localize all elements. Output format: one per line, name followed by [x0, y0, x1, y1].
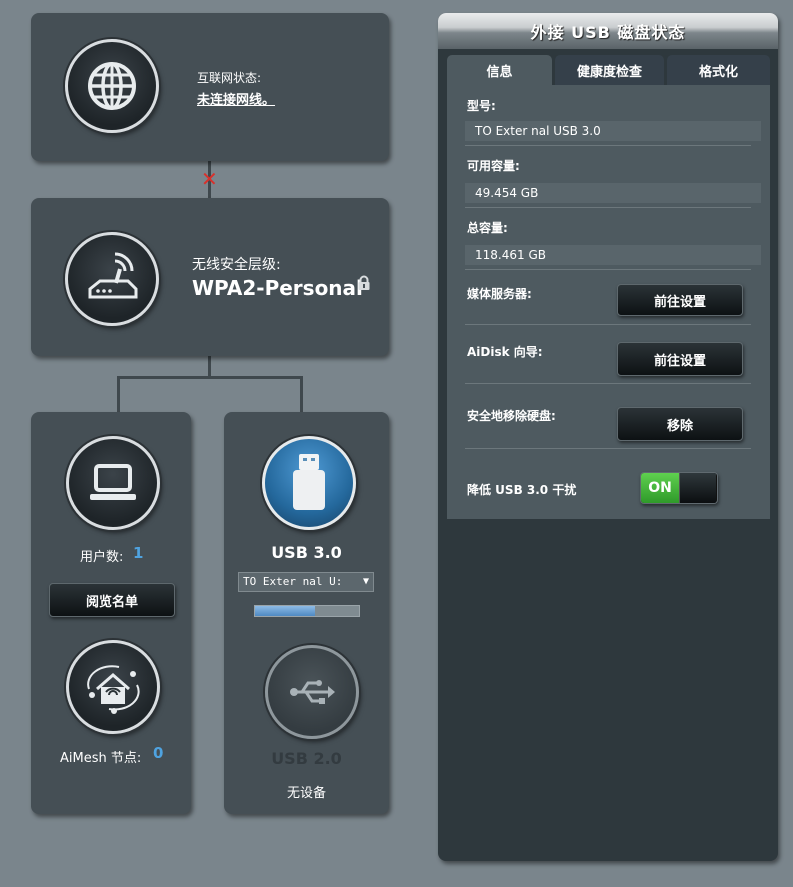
divider — [465, 383, 751, 384]
media-server-settings-button[interactable]: 前往设置 — [617, 284, 743, 316]
router-panel[interactable]: 无线安全层级: WPA2-Personal — [31, 198, 389, 356]
globe-icon[interactable] — [65, 39, 159, 133]
clients-panel: 用户数: 1 阅览名单 AiMesh 节点: 0 — [31, 412, 191, 814]
tab-health-check[interactable]: 健康度检查 — [555, 55, 664, 85]
divider — [465, 269, 751, 270]
usb-symbol-icon — [265, 645, 359, 739]
connector-router-down — [208, 356, 211, 378]
internet-status-value[interactable]: 未连接网线。 — [197, 89, 275, 108]
info-content: 型号: TO Exter nal USB 3.0 可用容量: 49.454 GB… — [447, 85, 770, 519]
usb2-title: USB 2.0 — [271, 749, 342, 768]
computer-icon[interactable] — [66, 436, 160, 530]
aidisk-settings-button[interactable]: 前往设置 — [617, 342, 743, 376]
tab-info[interactable]: 信息 — [447, 55, 552, 85]
usb3-usage-bar — [254, 605, 360, 617]
chevron-down-icon: ▼ — [362, 576, 369, 587]
security-label: 无线安全层级: — [192, 257, 281, 273]
model-value: TO Exter nal USB 3.0 — [465, 121, 761, 141]
usb-status-title: 外接 USB 磁盘状态 — [438, 13, 778, 49]
reduce-interference-label: 降低 USB 3.0 干扰 — [467, 483, 577, 497]
internet-status-label: 互联网状态: — [197, 71, 262, 85]
usb3-device-select-value: TO Exter nal U: — [243, 575, 343, 588]
usb3-usage-fill — [255, 606, 316, 616]
divider — [465, 448, 751, 449]
model-label: 型号: — [467, 99, 496, 113]
usb3-device-select[interactable]: TO Exter nal U: ▼ — [238, 572, 374, 592]
toggle-on-state: ON — [641, 473, 679, 503]
client-count-label: 用户数: — [80, 550, 124, 565]
usb3-title: USB 3.0 — [271, 543, 342, 562]
browse-list-button[interactable]: 阅览名单 — [49, 583, 175, 617]
aidisk-label: AiDisk 向导: — [467, 345, 543, 359]
lock-icon — [357, 275, 371, 295]
total-capacity-value: 118.461 GB — [465, 245, 761, 265]
connector-usb — [300, 376, 303, 414]
disconnect-icon: ✕ — [201, 167, 218, 191]
divider — [465, 324, 751, 325]
usb2-status: 无设备 — [286, 786, 326, 801]
media-server-label: 媒体服务器: — [467, 287, 532, 301]
total-capacity-label: 总容量: — [467, 221, 508, 235]
aimesh-icon[interactable] — [66, 640, 160, 734]
reduce-interference-toggle[interactable]: ON — [640, 472, 718, 504]
eject-button[interactable]: 移除 — [617, 407, 743, 441]
usb-drive-icon[interactable] — [262, 436, 356, 530]
aimesh-label: AiMesh 节点: — [60, 751, 142, 766]
divider — [465, 145, 751, 146]
toggle-on-label: ON — [648, 480, 672, 496]
available-capacity-value: 49.454 GB — [465, 183, 761, 203]
connector-clients — [117, 376, 120, 414]
eject-disk-label: 安全地移除硬盘: — [467, 409, 556, 423]
security-value[interactable]: WPA2-Personal — [192, 276, 363, 300]
tab-format[interactable]: 格式化 — [667, 55, 770, 85]
divider — [465, 207, 751, 208]
available-capacity-label: 可用容量: — [467, 159, 520, 173]
connector-branch — [117, 376, 303, 379]
toggle-knob — [679, 473, 716, 503]
usb-panel: USB 3.0 TO Exter nal U: ▼ USB 2.0 无设备 — [224, 412, 389, 814]
aimesh-value: 0 — [153, 744, 164, 762]
internet-panel[interactable]: 互联网状态: 未连接网线。 — [31, 13, 389, 161]
client-count-value: 1 — [133, 544, 144, 562]
usb-status-panel: 外接 USB 磁盘状态 信息 健康度检查 格式化 型号: TO Exter na… — [438, 13, 778, 861]
router-icon[interactable] — [65, 232, 159, 326]
